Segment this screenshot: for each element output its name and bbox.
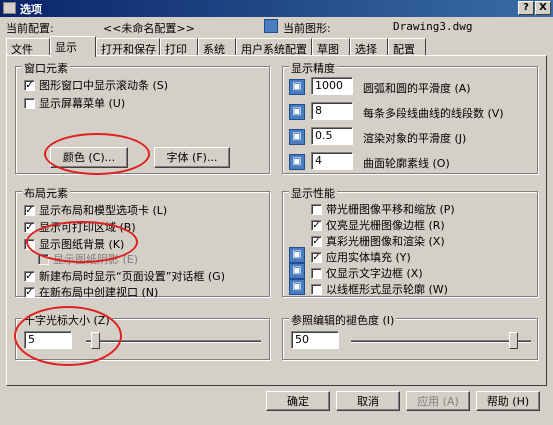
ok-button[interactable]: 确定: [266, 391, 330, 411]
xref-fade-input[interactable]: 50: [291, 331, 339, 349]
layout-elements-title: 布局元素: [22, 185, 70, 201]
drawing-setting-icon: ▣: [289, 154, 305, 170]
xref-fade-slider-track[interactable]: [351, 340, 531, 343]
tab-open-save[interactable]: 打开和保存: [96, 38, 160, 56]
check-icon: ✓: [311, 235, 322, 247]
help-bottom-button[interactable]: 帮助 (H): [476, 391, 540, 411]
current-drawing-label: 当前图形:: [283, 22, 331, 35]
cancel-button[interactable]: 取消: [336, 391, 400, 411]
paper-background-checkbox[interactable]: 显示图纸背景 (K): [24, 236, 124, 252]
check-icon: ✓: [24, 79, 35, 91]
tab-system[interactable]: 系统: [198, 38, 236, 56]
tab-user-preferences[interactable]: 用户系统配置: [236, 38, 312, 56]
performance-checkbox[interactable]: ✓ 仅亮显光栅图像边框 (R): [311, 217, 445, 233]
screen-menu-checkbox[interactable]: 显示屏幕菜单 (U): [24, 95, 125, 111]
current-profile-value: <<未命名配置>>: [103, 22, 195, 35]
window-elements-title: 窗口元素: [22, 60, 70, 76]
help-button[interactable]: ?: [518, 1, 534, 15]
layout-elements-group: 布局元素 ✓ 显示布局和模型选项卡 (L) ✓ 显示可打印区域 (B) 显示图纸背景…: [15, 185, 270, 300]
polyline-segments-label: 每条多段线曲线的线段数 (V): [363, 107, 504, 120]
arc-smoothness-label: 圆弧和圆的平滑度 (A): [363, 82, 471, 95]
drawing-icon: [264, 19, 278, 33]
tab-drafting[interactable]: 草图: [312, 38, 350, 56]
tab-display[interactable]: 显示: [50, 36, 96, 57]
options-dialog: 选项 ? X 当前配置: <<未命名配置>> 当前图形: Drawing3.dw…: [0, 0, 553, 425]
current-profile-label: 当前配置:: [6, 22, 54, 35]
display-resolution-title: 显示精度: [289, 60, 337, 76]
arc-smoothness-input[interactable]: 1000: [311, 77, 353, 95]
tab-plot[interactable]: 打印: [160, 38, 198, 56]
display-performance-title: 显示性能: [289, 185, 337, 201]
printable-area-checkbox[interactable]: ✓ 显示可打印区域 (B): [24, 219, 136, 235]
app-icon: [3, 2, 16, 14]
check-icon: ✓: [24, 221, 35, 233]
drawing-setting-icon: ▣: [289, 104, 305, 120]
close-button[interactable]: X: [535, 1, 551, 15]
display-tab-panel: 窗口元素 ✓ 图形窗口中显示滚动条 (S) 显示屏幕菜单 (U) 颜色 (C)..…: [6, 55, 547, 386]
check-icon: ✓: [24, 286, 35, 298]
drawing-setting-icon: ▣: [289, 129, 305, 145]
paper-shadow-checkbox[interactable]: 显示图纸阴影 (E): [38, 251, 138, 267]
xref-fade-title: 参照编辑的褪色度 (I): [289, 312, 397, 328]
scrollbars-checkbox[interactable]: ✓ 图形窗口中显示滚动条 (S): [24, 77, 168, 93]
drawing-setting-icon: ▣: [289, 263, 305, 279]
crosshair-slider-thumb[interactable]: [90, 332, 100, 349]
polyline-segments-input[interactable]: 8: [311, 102, 353, 120]
current-drawing-value: Drawing3.dwg: [393, 20, 473, 33]
display-resolution-group: 显示精度 ▣ 1000 圆弧和圆的平滑度 (A) ▣ 8 每条多段线曲线的线段数…: [282, 60, 538, 174]
check-icon: ✓: [311, 251, 322, 263]
drawing-setting-icon: ▣: [289, 79, 305, 95]
performance-checkbox[interactable]: 带光栅图像平移和缩放 (P): [311, 201, 455, 217]
tab-files[interactable]: 文件: [6, 38, 50, 56]
crosshair-size-title: 十字光标大小 (Z): [22, 312, 112, 328]
display-performance-group: 显示性能 带光栅图像平移和缩放 (P) ✓ 仅亮显光栅图像边框 (R) ✓ 真彩光栅图像…: [282, 185, 538, 297]
layout-tabs-checkbox[interactable]: ✓ 显示布局和模型选项卡 (L): [24, 202, 167, 218]
performance-checkbox[interactable]: 以线框形式显示轮廓 (W): [311, 281, 448, 297]
create-viewport-checkbox[interactable]: ✓ 在新布局中创建视口 (N): [24, 284, 158, 300]
xref-fade-group: 参照编辑的褪色度 (I) 50: [282, 312, 538, 360]
performance-checkbox[interactable]: ✓ 应用实体填充 (Y): [311, 249, 411, 265]
check-icon: ✓: [24, 270, 35, 282]
tab-profiles[interactable]: 配置: [388, 38, 426, 56]
check-icon: ✓: [24, 204, 35, 216]
page-setup-checkbox[interactable]: ✓ 新建布局时显示“页面设置”对话框 (G): [24, 268, 225, 284]
colors-button[interactable]: 颜色 (C)...: [50, 147, 128, 168]
performance-checkbox[interactable]: 仅显示文字边框 (X): [311, 265, 423, 281]
performance-checkbox[interactable]: ✓ 真彩光栅图像和渲染 (X): [311, 233, 445, 249]
tab-selection[interactable]: 选择: [350, 38, 388, 56]
xref-fade-slider-thumb[interactable]: [509, 332, 518, 349]
render-smoothness-input[interactable]: 0.5: [311, 127, 353, 145]
crosshair-size-group: 十字光标大小 (Z) 5: [15, 312, 270, 360]
contour-lines-input[interactable]: 4: [311, 152, 353, 170]
contour-lines-label: 曲面轮廓素线 (O): [363, 157, 450, 170]
drawing-setting-icon: ▣: [289, 279, 305, 295]
window-title: 选项: [20, 3, 42, 16]
apply-button[interactable]: 应用 (A): [406, 391, 470, 411]
render-smoothness-label: 渲染对象的平滑度 (J): [363, 132, 467, 145]
crosshair-size-input[interactable]: 5: [24, 331, 72, 349]
fonts-button[interactable]: 字体 (F)...: [154, 147, 230, 168]
crosshair-slider-track[interactable]: [86, 340, 261, 343]
drawing-setting-icon: ▣: [289, 247, 305, 263]
check-icon: ✓: [311, 219, 322, 231]
window-elements-group: 窗口元素 ✓ 图形窗口中显示滚动条 (S) 显示屏幕菜单 (U) 颜色 (C)..…: [15, 60, 270, 174]
title-bar: 选项 ? X: [0, 0, 553, 17]
